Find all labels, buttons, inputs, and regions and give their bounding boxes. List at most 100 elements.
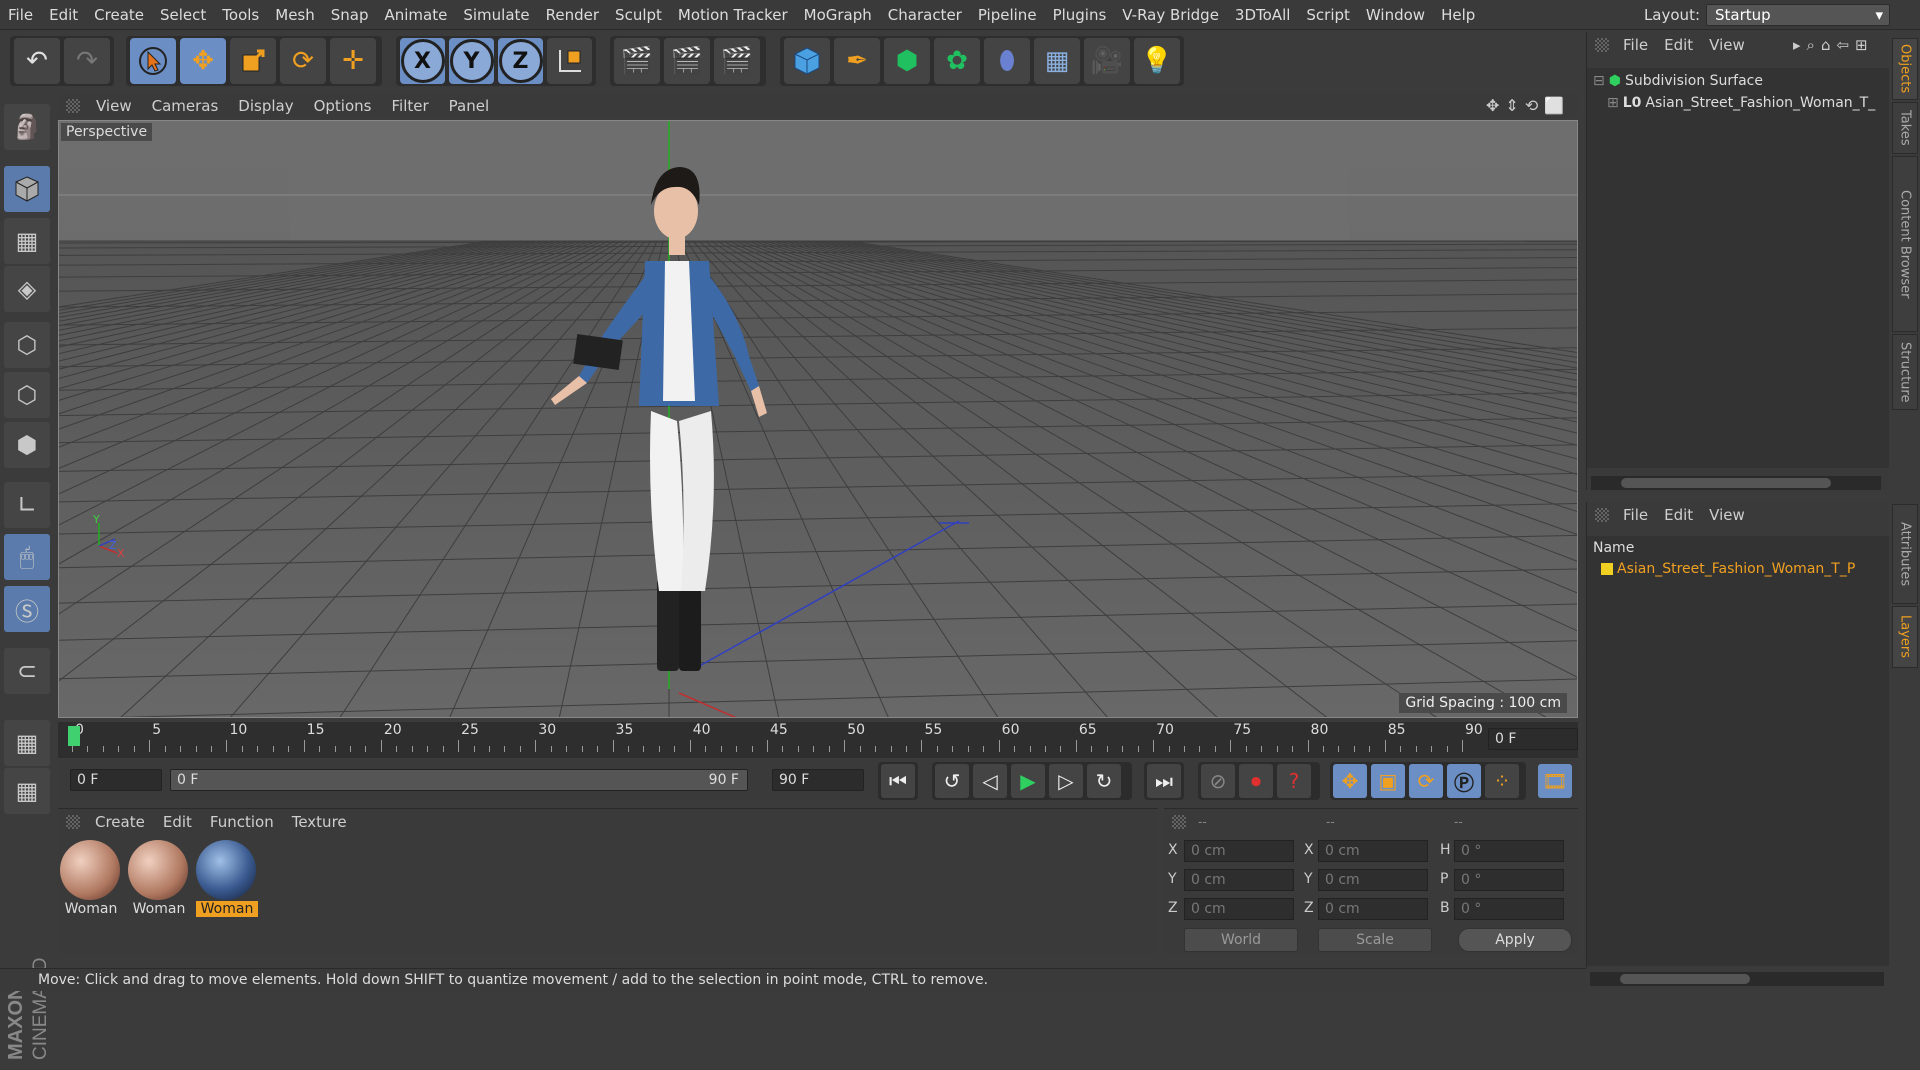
apply-button[interactable]: Apply [1458, 928, 1572, 952]
orbit-icon[interactable]: ⟲ [1525, 96, 1538, 115]
material-menu-function[interactable]: Function [201, 813, 283, 831]
coord-mode-dropdown[interactable]: World [1184, 928, 1298, 952]
material-menu-create[interactable]: Create [86, 813, 154, 831]
x-axis-lock-button[interactable]: X [400, 38, 445, 84]
viewport-menu-options[interactable]: Options [304, 97, 382, 115]
prev-key-icon[interactable]: ↺ [935, 764, 969, 798]
start-frame-field[interactable]: 0 F [70, 769, 162, 791]
menu-item-animate[interactable]: Animate [377, 6, 456, 24]
panel-grip-icon[interactable] [1595, 38, 1609, 52]
cube-primitive-icon[interactable] [784, 38, 830, 84]
viewport-menu-view[interactable]: View [86, 97, 142, 115]
go-to-start-icon[interactable]: ⏮ [881, 764, 915, 798]
object-menu-view[interactable]: View [1701, 36, 1753, 54]
frame-range-slider[interactable]: 0 F 90 F [170, 769, 748, 791]
spline-pen-icon[interactable]: ✒ [834, 38, 880, 84]
coord-value-field[interactable]: 0 cm [1184, 898, 1294, 920]
layout-dropdown[interactable]: Startup ▾ [1706, 4, 1890, 26]
current-frame-field[interactable]: 0 F [1488, 728, 1578, 750]
menu-item-help[interactable]: Help [1433, 6, 1483, 24]
make-editable-icon[interactable]: 🗿 [4, 104, 50, 150]
menu-item-script[interactable]: Script [1298, 6, 1358, 24]
render-view-icon[interactable]: 🎬 [614, 38, 660, 84]
menu-item-edit[interactable]: Edit [41, 6, 86, 24]
keyframe-selection-icon[interactable]: ? [1277, 764, 1311, 798]
menu-item-character[interactable]: Character [880, 6, 970, 24]
timeline-ruler[interactable]: 051015202530354045505560657075808590 0 F [58, 722, 1578, 758]
viewport-menu-panel[interactable]: Panel [439, 97, 499, 115]
workplane-mode-icon[interactable]: ◈ [4, 266, 50, 312]
tab-objects[interactable]: Objects [1892, 38, 1918, 100]
next-key-icon[interactable]: ↻ [1087, 764, 1121, 798]
maximize-view-icon[interactable]: ⬜ [1544, 96, 1564, 115]
material-menu-edit[interactable]: Edit [154, 813, 201, 831]
material-swatch-selected[interactable]: Woman [196, 840, 258, 922]
menu-item-file[interactable]: File [0, 6, 41, 24]
object-row-subdivision-surface[interactable]: ⊟ ⬢ Subdivision Surface [1593, 70, 1763, 92]
next-frame-icon[interactable]: ▷ [1049, 764, 1083, 798]
material-swatch[interactable]: Woman [128, 840, 190, 922]
object-manager-scrollbar[interactable] [1591, 476, 1881, 490]
menu-item-mograph[interactable]: MoGraph [796, 6, 880, 24]
panel-grip-icon[interactable] [66, 99, 80, 113]
subdivision-surface-icon[interactable]: ⬢ [884, 38, 930, 84]
key-scale-icon[interactable]: ▣ [1371, 764, 1405, 798]
select-arrow-icon[interactable] [130, 38, 176, 84]
panel-grip-icon[interactable] [1172, 814, 1186, 829]
axis-mode-icon[interactable]: ∟ [4, 482, 50, 528]
y-axis-lock-button[interactable]: Y [449, 38, 494, 84]
menu-item-tools[interactable]: Tools [214, 6, 267, 24]
material-swatch[interactable]: Woman [60, 840, 122, 922]
snapping-magnet-icon[interactable]: ⊂ [4, 648, 50, 694]
move-tool-icon[interactable]: ✥ [180, 38, 226, 84]
z-axis-lock-button[interactable]: Z [498, 38, 543, 84]
layer-menu-edit[interactable]: Edit [1656, 506, 1701, 524]
layer-menu-view[interactable]: View [1701, 506, 1753, 524]
menu-item-mesh[interactable]: Mesh [267, 6, 323, 24]
tab-layers[interactable]: Layers [1892, 606, 1918, 668]
coord-value-field[interactable]: 0 cm [1184, 869, 1294, 891]
tab-content-browser[interactable]: Content Browser [1892, 156, 1918, 332]
play-icon[interactable]: ▶ [1011, 764, 1045, 798]
tree-collapse-icon[interactable]: ⊟ [1593, 73, 1605, 89]
back-icon[interactable]: ⇦ [1836, 36, 1849, 54]
menu-item-plugins[interactable]: Plugins [1045, 6, 1115, 24]
model-mode-icon[interactable] [4, 166, 50, 212]
layer-row[interactable]: Asian_Street_Fashion_Woman_T_P [1601, 558, 1855, 580]
autokey-icon[interactable]: ⏺ [1239, 764, 1273, 798]
menu-item-3dtoall[interactable]: 3DToAll [1227, 6, 1298, 24]
viewport-menu-display[interactable]: Display [228, 97, 303, 115]
solo-mode-icon[interactable]: Ⓢ [4, 586, 50, 632]
cloner-icon[interactable]: ✿ [934, 38, 980, 84]
prev-frame-icon[interactable]: ◁ [973, 764, 1007, 798]
key-parameter-icon[interactable]: Ⓟ [1447, 764, 1481, 798]
chevron-right-icon[interactable]: ▸ [1793, 36, 1801, 54]
new-view-icon[interactable]: ⊞ [1855, 36, 1868, 54]
menu-item-simulate[interactable]: Simulate [455, 6, 537, 24]
end-frame-field[interactable]: 90 F [772, 769, 864, 791]
scale-tool-icon[interactable] [230, 38, 276, 84]
object-menu-edit[interactable]: Edit [1656, 36, 1701, 54]
coord-value-field[interactable]: 0 cm [1318, 840, 1428, 862]
viewport-menu-cameras[interactable]: Cameras [142, 97, 229, 115]
key-pla-icon[interactable]: ⁘ [1485, 764, 1519, 798]
menu-item-sculpt[interactable]: Sculpt [607, 6, 670, 24]
menu-item-window[interactable]: Window [1358, 6, 1433, 24]
menu-item-render[interactable]: Render [538, 6, 607, 24]
coord-value-field[interactable]: 0 ° [1454, 898, 1564, 920]
workplane-grid-icon[interactable]: ▦ [4, 768, 50, 814]
points-mode-icon[interactable]: ⬡ [4, 322, 50, 368]
menu-item-create[interactable]: Create [86, 6, 152, 24]
deformer-icon[interactable]: ⬮ [984, 38, 1030, 84]
perspective-viewport[interactable]: Y Z X Perspective Grid Spacing : 100 cm [58, 120, 1578, 718]
pan-icon[interactable]: ✥ [1486, 96, 1499, 115]
coord-value-field[interactable]: 0 ° [1454, 840, 1564, 862]
render-settings-icon[interactable]: 🎬 [714, 38, 760, 84]
camera-icon[interactable]: 🎥 [1084, 38, 1130, 84]
polygons-mode-icon[interactable]: ⬢ [4, 422, 50, 468]
coord-value-field[interactable]: 0 cm [1318, 869, 1428, 891]
material-menu-texture[interactable]: Texture [283, 813, 356, 831]
texture-mode-icon[interactable]: ▦ [4, 218, 50, 264]
layer-color-swatch[interactable] [1601, 563, 1613, 575]
tweak-mode-icon[interactable]: 🖱 [4, 534, 50, 580]
